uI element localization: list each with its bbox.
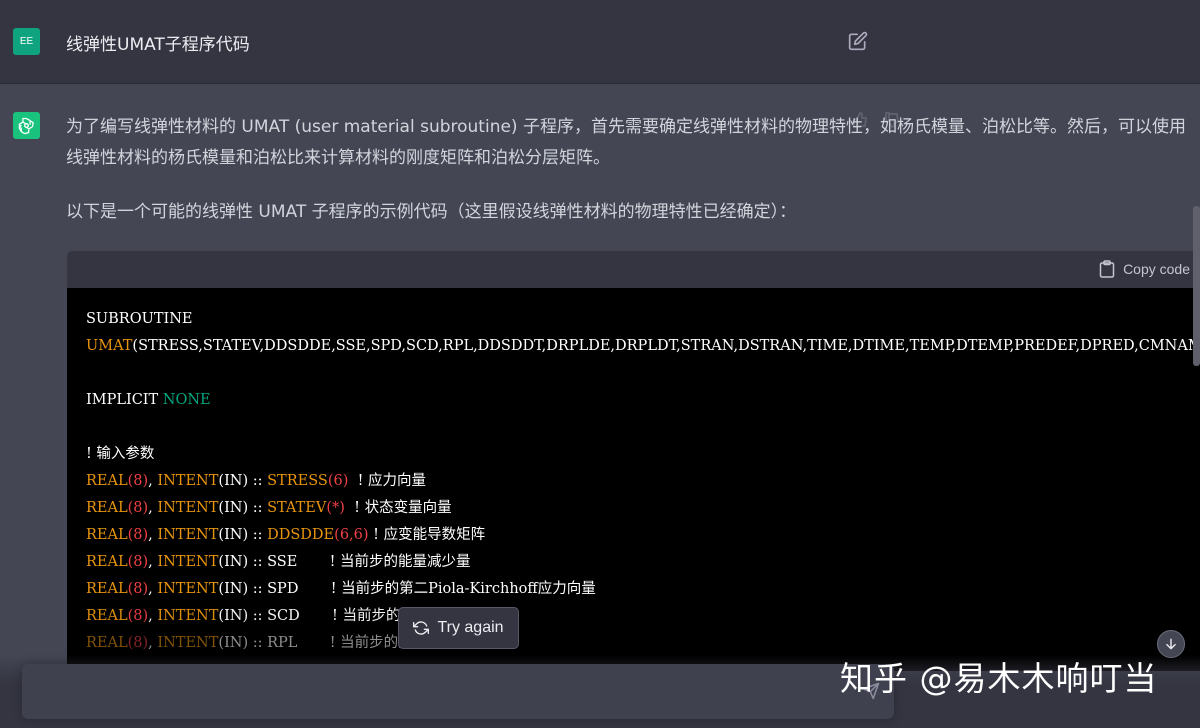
code-token: (6,6) [334, 527, 369, 543]
code-token: STATEV [267, 500, 327, 516]
code-token: REAL [86, 608, 128, 624]
code-token: (IN) :: [218, 608, 268, 624]
code-token: (6) [327, 473, 349, 489]
code-declaration-line: REAL(8), INTENT(IN) :: STRESS(6) ! 应力向量 [86, 473, 427, 489]
copy-code-button[interactable]: Copy code [1099, 260, 1190, 278]
code-token: REAL [86, 635, 128, 651]
code-token: (8) [127, 608, 149, 624]
code-token: ! 应变能导数矩阵 [373, 527, 486, 543]
code-token: (*) [326, 500, 345, 516]
code-token: INTENT [157, 500, 219, 516]
code-line-2: UMAT(STRESS,STATEV,DDSDDE,SSE,SPD,SCD,RP… [86, 333, 1200, 360]
code-block-header: Copy code [67, 251, 1200, 288]
code-token: IMPLICIT [86, 392, 163, 408]
assistant-paragraph-1: 为了编写线弹性材料的 UMAT (user material subroutin… [66, 117, 1186, 168]
code-token: SCD [267, 608, 300, 624]
code-line-1: SUBROUTINE [86, 306, 193, 333]
user-message-text: 线弹性UMAT子程序代码 [66, 35, 250, 55]
code-token: (IN) :: [218, 554, 268, 570]
code-token: UMAT [86, 338, 133, 354]
code-token: (8) [127, 500, 149, 516]
code-declaration-line: REAL(8), INTENT(IN) :: SPD ! 当前步的第二Piola… [86, 581, 596, 597]
code-token: INTENT [157, 635, 219, 651]
code-declaration-line: REAL(8), INTENT(IN) :: STATEV(*) ! 状态变量向… [86, 500, 452, 516]
assistant-avatar [13, 112, 40, 139]
code-token: ! 输入参数 [86, 446, 155, 462]
watermark: 知乎 @易木木响叮当 [840, 659, 1158, 698]
arrow-down-icon [1166, 638, 1176, 650]
code-token: REAL [86, 473, 128, 489]
code-token: SSE [267, 554, 298, 570]
code-token: (IN) :: [218, 581, 268, 597]
page-scrollbar[interactable] [1193, 206, 1200, 366]
code-block: Copy code SUBROUTINE UMAT(STRESS,STATEV,… [67, 251, 1200, 671]
code-declaration-line: REAL(8), INTENT(IN) :: DDSDDE(6,6) ! 应变能… [86, 527, 486, 543]
code-token: (IN) :: [218, 473, 268, 489]
code-token: INTENT [157, 581, 219, 597]
code-token: NONE [162, 392, 211, 408]
edit-icon[interactable] [848, 31, 868, 51]
code-token: REAL [86, 554, 128, 570]
code-declaration-line: REAL(8), INTENT(IN) :: SSE ! 当前步的能量减少量 [86, 554, 471, 570]
code-token: ! 当前步的能量减少量 [329, 554, 471, 570]
code-token: INTENT [157, 473, 219, 489]
scroll-to-bottom-button[interactable] [1157, 630, 1185, 658]
code-token: (8) [127, 473, 149, 489]
code-token: STRESS [267, 473, 328, 489]
code-line-4: ! 输入参数 [86, 441, 154, 468]
code-body: SUBROUTINE UMAT(STRESS,STATEV,DDSDDE,SSE… [67, 288, 1200, 671]
code-token: INTENT [157, 527, 219, 543]
code-token: SUBROUTINE [86, 311, 193, 327]
code-token: REAL [86, 500, 128, 516]
code-line-3: IMPLICIT NONE [86, 387, 211, 414]
code-token: (IN) :: [218, 635, 268, 651]
code-token: SPD [267, 581, 299, 597]
code-token: (IN) :: [218, 527, 268, 543]
code-token: (8) [127, 527, 149, 543]
assistant-paragraph-2: 以下是一个可能的线弹性 UMAT 子程序的示例代码（这里假设线弹性材料的物理特性… [66, 202, 797, 222]
try-again-label: Try again [437, 619, 504, 636]
code-token: INTENT [157, 608, 219, 624]
message-input[interactable] [22, 664, 894, 719]
code-token: RPL [267, 635, 298, 651]
code-token: ! 当前步的第二Piola-Kirchhoff应力向量 [330, 581, 596, 597]
code-token: DDSDDE [267, 527, 335, 543]
openai-logo-icon [18, 117, 34, 135]
code-token: (STRESS,STATEV,DDSDDE,SSE,SPD,SCD,RPL,DD… [132, 338, 1200, 354]
refresh-icon [413, 621, 430, 635]
code-token: (IN) :: [218, 500, 268, 516]
code-token: INTENT [157, 554, 219, 570]
user-message-row: EE 线弹性UMAT子程序代码 [0, 0, 1200, 84]
code-token: ! 应力向量 [357, 473, 427, 489]
copy-code-label: Copy code [1123, 261, 1190, 277]
code-token: ! 状态变量向量 [354, 500, 452, 516]
clipboard-icon [1099, 260, 1115, 278]
try-again-button[interactable]: Try again [398, 607, 519, 649]
code-token: (8) [127, 635, 149, 651]
user-avatar: EE [13, 28, 40, 55]
code-token: REAL [86, 527, 128, 543]
code-token: (8) [127, 554, 149, 570]
code-token: (8) [127, 581, 149, 597]
code-token: REAL [86, 581, 128, 597]
